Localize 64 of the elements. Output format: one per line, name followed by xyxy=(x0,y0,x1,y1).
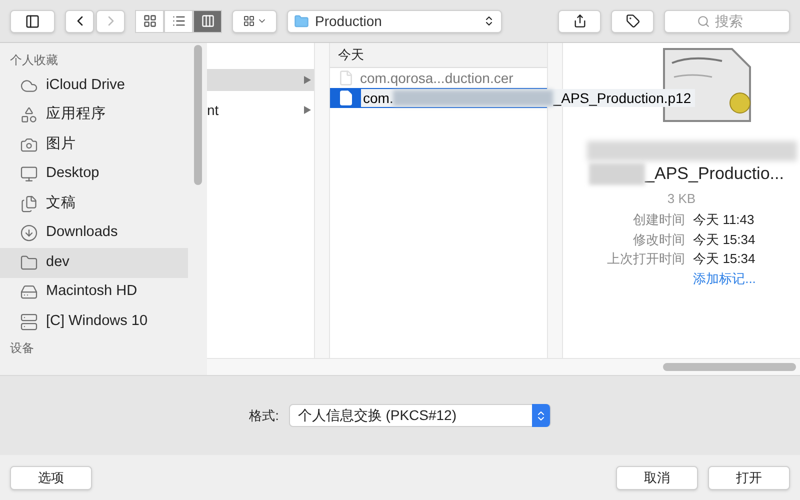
grid-icon xyxy=(242,15,254,27)
section-heading: 个人收藏 xyxy=(9,52,59,69)
view-mode-button[interactable] xyxy=(135,10,164,32)
preview-file-name: _APS_Productio... xyxy=(645,163,784,185)
info-label: 修改时间 xyxy=(632,230,686,248)
file-name: com. xyxy=(362,88,394,108)
column-header: 今天 xyxy=(330,43,547,68)
format-label: 格式: xyxy=(249,406,279,425)
sidebar-item[interactable]: 文稿 xyxy=(0,189,188,218)
file-icon xyxy=(338,90,354,106)
sidebar-item[interactable]: Downloads xyxy=(0,218,188,248)
sidebar-item[interactable]: 应用程序 xyxy=(0,100,188,130)
drive-icon xyxy=(20,283,38,302)
file-size: 3 KB xyxy=(667,190,696,208)
sidebar-item[interactable]: 图片 xyxy=(0,130,188,160)
options-button[interactable]: 选项 xyxy=(10,466,92,490)
camera-icon xyxy=(20,136,38,154)
documents-icon xyxy=(20,194,38,213)
folder-icon xyxy=(20,254,38,272)
tag-icon xyxy=(626,14,640,28)
search-field[interactable]: 搜索 xyxy=(664,10,790,32)
disk-icon xyxy=(20,312,38,331)
apps-icon xyxy=(20,106,38,124)
search-icon xyxy=(697,14,710,28)
scrollbar-thumb[interactable] xyxy=(663,363,796,371)
info-value: 今天 15:34 xyxy=(693,250,756,268)
columns-icon xyxy=(200,14,214,28)
arrange-button[interactable] xyxy=(232,10,277,32)
column-row[interactable]: nt xyxy=(207,99,314,121)
tag-button[interactable] xyxy=(611,10,654,32)
sidebar-item[interactable]: Desktop xyxy=(0,160,188,189)
add-tags-link[interactable]: 添加标记... xyxy=(693,268,756,288)
monitor-icon xyxy=(20,165,38,184)
view-mode-button[interactable] xyxy=(164,10,193,32)
stepper-icon xyxy=(532,404,550,427)
info-label: 上次打开时间 xyxy=(607,250,686,268)
file-row[interactable]: com.qorosa...duction.cer xyxy=(330,68,547,88)
format-dropdown[interactable]: 个人信息交换 (PKCS#12) xyxy=(288,404,551,427)
back-button[interactable] xyxy=(65,10,94,32)
grid-icon xyxy=(142,14,156,28)
section-heading: 设备 xyxy=(9,340,35,356)
sidebar-item[interactable]: iCloud Drive xyxy=(0,71,188,100)
info-value: 今天 11:43 xyxy=(693,211,756,229)
info-value: 今天 15:34 xyxy=(693,230,756,248)
download-icon xyxy=(20,224,38,242)
sidebar-toggle-button[interactable] xyxy=(10,10,55,32)
sidebar-item[interactable]: dev xyxy=(0,248,188,278)
info-label: 创建时间 xyxy=(632,211,686,229)
cancel-button[interactable]: 取消 xyxy=(616,466,698,490)
file-name: _APS_Production.p12 xyxy=(553,88,692,108)
location-dropdown[interactable]: Production xyxy=(287,10,502,32)
list-icon xyxy=(172,14,186,28)
file-icon xyxy=(338,70,354,86)
sidebar-icon xyxy=(25,14,40,28)
scrollbar-thumb[interactable] xyxy=(194,45,202,185)
share-button[interactable] xyxy=(558,10,601,32)
sidebar-item[interactable]: Macintosh HD xyxy=(0,278,188,307)
view-mode-button[interactable] xyxy=(193,10,222,32)
redacted-block xyxy=(589,162,646,185)
folder-icon xyxy=(294,14,309,28)
open-button[interactable]: 打开 xyxy=(708,466,790,490)
share-icon xyxy=(572,14,586,28)
sidebar-item[interactable]: [C] Windows 10 xyxy=(0,307,188,336)
stepper-icon xyxy=(483,15,495,27)
